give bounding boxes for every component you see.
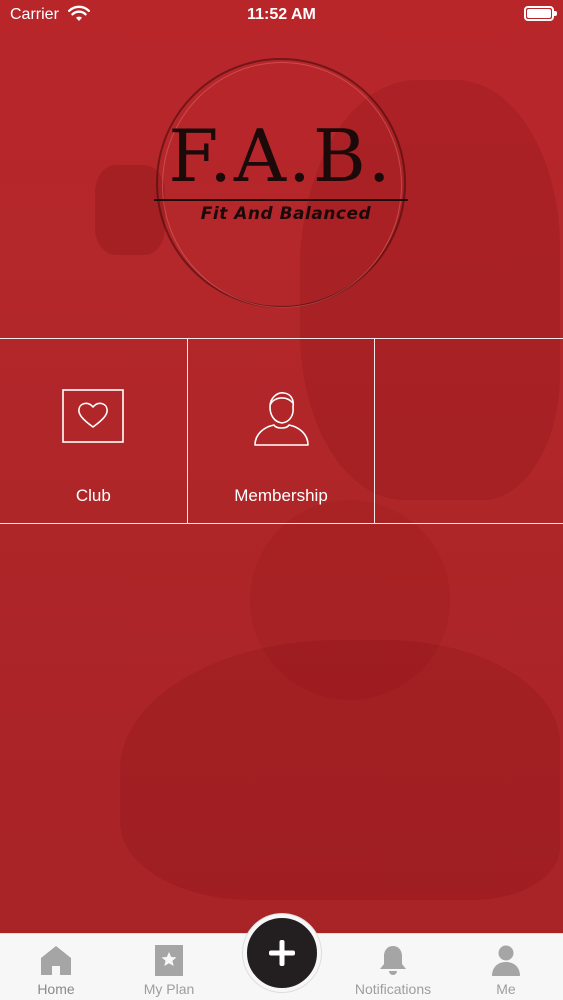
add-button[interactable] xyxy=(243,914,321,992)
logo-divider xyxy=(154,199,408,201)
club-tile[interactable]: Club xyxy=(0,339,188,523)
bell-icon xyxy=(380,946,406,975)
person-icon xyxy=(254,392,309,446)
star-icon xyxy=(155,945,183,976)
logo-title: F.A.B. xyxy=(168,114,393,198)
membership-label: Membership xyxy=(234,486,328,505)
empty-tile xyxy=(375,339,563,523)
membership-tile[interactable]: Membership xyxy=(188,339,376,523)
background-image-mid xyxy=(250,500,450,700)
tab-notifications[interactable]: Notifications xyxy=(343,934,443,1000)
tab-me-label: Me xyxy=(496,981,516,997)
fab-logo: F.A.B. Fit And Balanced xyxy=(148,58,413,308)
tab-home[interactable]: Home xyxy=(6,934,106,1000)
home-icon xyxy=(41,946,71,975)
menu-grid: Club Membership xyxy=(0,338,563,524)
tab-notifications-label: Notifications xyxy=(354,981,432,997)
status-time: 11:52 AM xyxy=(247,6,316,23)
heart-icon xyxy=(62,389,125,443)
battery-icon xyxy=(524,6,557,21)
tab-my-plan[interactable]: My Plan xyxy=(119,934,219,1000)
logo-subtitle: Fit And Balanced xyxy=(200,204,372,224)
status-bar: Carrier 11:52 AM xyxy=(0,0,563,30)
tab-home-label: Home xyxy=(37,981,75,997)
club-label: Club xyxy=(75,486,111,505)
user-icon xyxy=(492,945,520,976)
plus-icon xyxy=(269,940,295,966)
tab-my-plan-label: My Plan xyxy=(143,981,195,997)
home-screen: Carrier 11:52 AM F.A.B. Fit And Balanced… xyxy=(0,0,563,1000)
tab-me[interactable]: Me xyxy=(456,934,556,1000)
